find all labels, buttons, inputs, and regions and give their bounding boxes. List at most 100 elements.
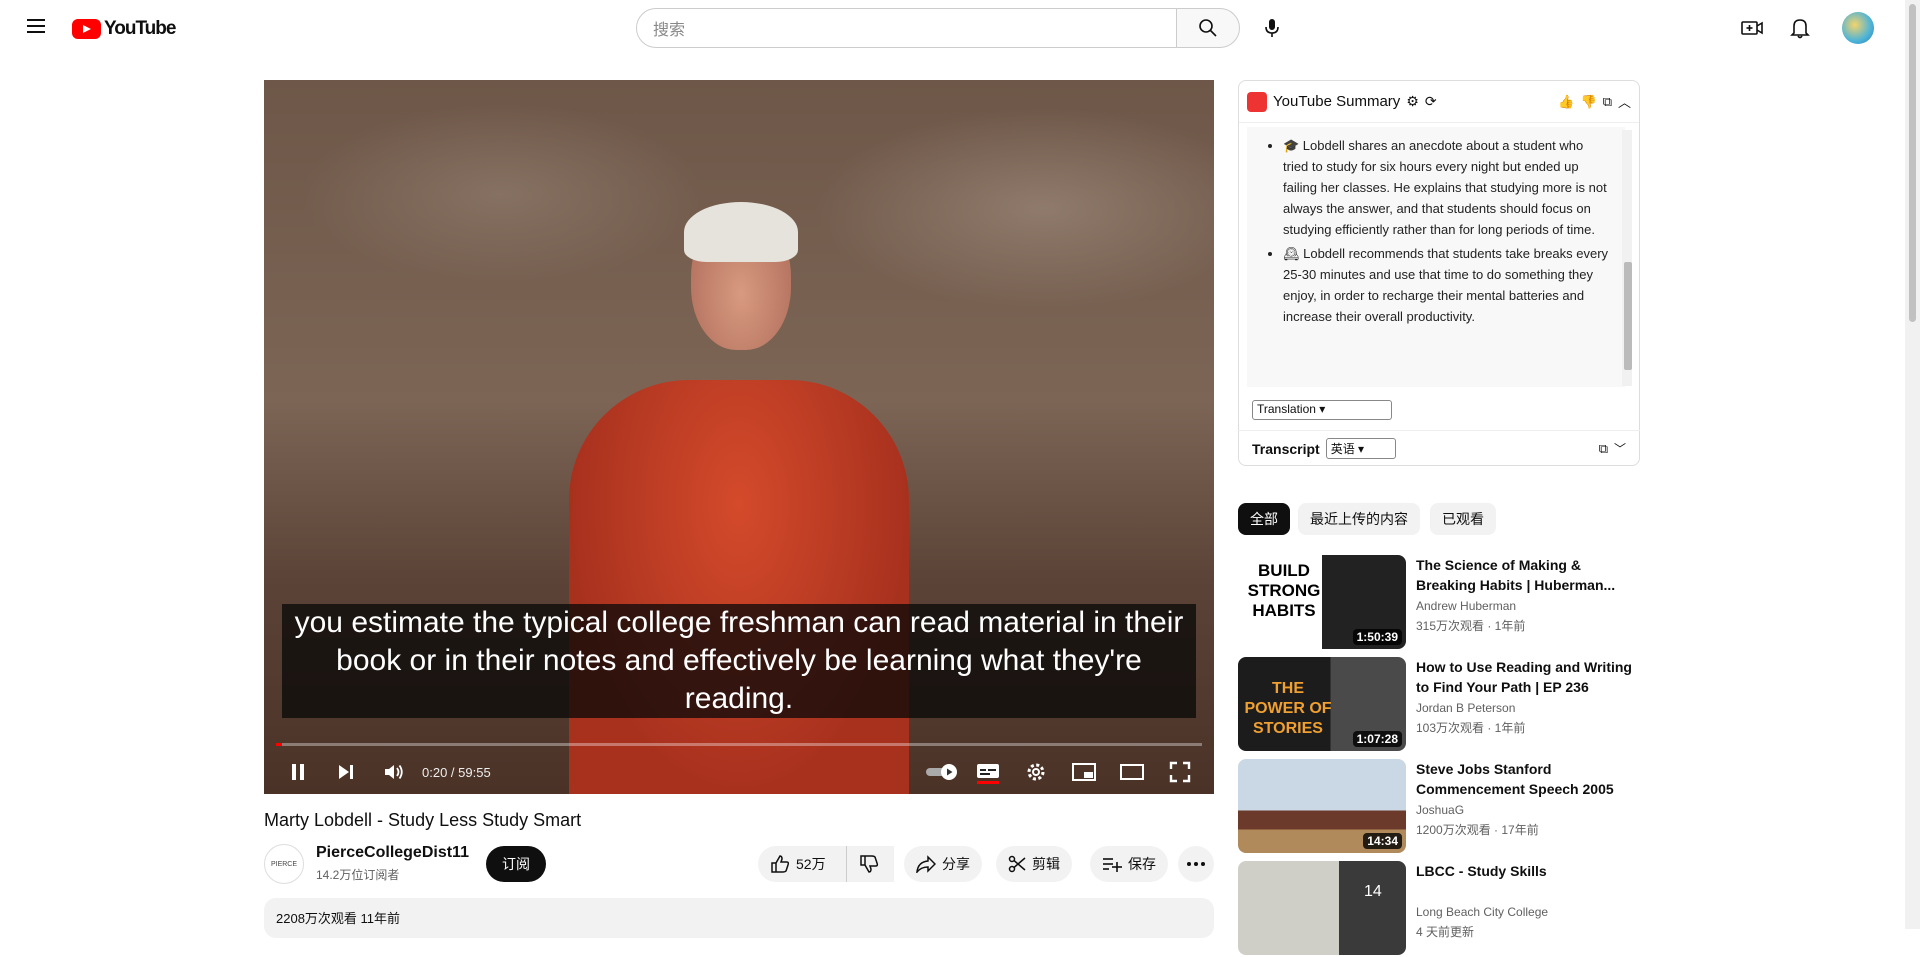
chip-watched[interactable]: 已观看 bbox=[1430, 503, 1496, 535]
summary-title: YouTube Summary bbox=[1273, 93, 1401, 110]
recommended-video[interactable]: BUILD STRONG HABITS 1:50:39 The Science … bbox=[1238, 555, 1640, 651]
page-scroll-thumb[interactable] bbox=[1909, 4, 1916, 322]
video-thumbnail[interactable]: 14 bbox=[1238, 861, 1406, 955]
video-meta: 1200万次观看 · 17年前 bbox=[1416, 823, 1539, 837]
recommended-video[interactable]: 14 LBCC - Study Skills Long Beach City C… bbox=[1238, 861, 1640, 957]
search-placeholder: 搜索 bbox=[653, 22, 686, 39]
volume-button[interactable] bbox=[380, 758, 408, 786]
video-thumbnail[interactable]: THE POWER OF STORIES 1:07:28 bbox=[1238, 657, 1406, 751]
save-button[interactable]: 保存 bbox=[1090, 846, 1168, 882]
video-title[interactable]: LBCC - Study Skills bbox=[1416, 861, 1636, 881]
page-scrollbar[interactable] bbox=[1905, 0, 1920, 929]
transcript-language-value: 英语 bbox=[1330, 442, 1355, 456]
chip-recently-uploaded[interactable]: 最近上传的内容 bbox=[1298, 503, 1420, 535]
create-button[interactable] bbox=[1736, 12, 1768, 44]
channel-name[interactable]: JoshuaG bbox=[1416, 803, 1464, 817]
video-title[interactable]: How to Use Reading and Writing to Find Y… bbox=[1416, 657, 1636, 697]
summary-scroll-thumb[interactable] bbox=[1624, 262, 1632, 370]
player-controls: 0:20 / 59:55 bbox=[264, 752, 1214, 794]
subscribe-button[interactable]: 订阅 bbox=[486, 846, 546, 882]
translation-select-value: Translation bbox=[1257, 402, 1316, 416]
recommended-video[interactable]: 14:34 Steve Jobs Stanford Commencement S… bbox=[1238, 759, 1640, 855]
channel-name[interactable]: Long Beach City College bbox=[1416, 905, 1548, 919]
transcript-language-select[interactable]: 英语 ▾ bbox=[1325, 438, 1396, 459]
copy-icon[interactable]: ⧉ bbox=[1603, 94, 1612, 110]
channel-name[interactable]: Andrew Huberman bbox=[1416, 599, 1516, 613]
thumbnail-caption: THE POWER OF STORIES bbox=[1244, 680, 1332, 737]
subtitles-button[interactable] bbox=[974, 758, 1002, 786]
pause-icon bbox=[292, 764, 304, 780]
next-icon bbox=[339, 765, 353, 779]
refresh-icon[interactable]: ⟳ bbox=[1425, 93, 1437, 110]
clip-button[interactable]: 剪辑 bbox=[996, 846, 1072, 882]
miniplayer-icon bbox=[1072, 763, 1096, 781]
subscriber-count: 14.2万位订阅者 bbox=[316, 868, 400, 882]
search-icon bbox=[1199, 19, 1217, 37]
lecturer-hair bbox=[684, 202, 798, 262]
next-button[interactable] bbox=[332, 758, 360, 786]
account-avatar[interactable] bbox=[1842, 12, 1874, 44]
gear-icon bbox=[1027, 763, 1045, 781]
time-display: 0:20 / 59:55 bbox=[422, 765, 491, 780]
voice-search-button[interactable] bbox=[1252, 8, 1292, 48]
top-bar: YouTube 搜索 bbox=[0, 0, 1905, 56]
youtube-logo[interactable]: YouTube bbox=[72, 18, 176, 40]
transcript-label: Transcript bbox=[1252, 440, 1320, 457]
pause-button[interactable] bbox=[284, 758, 312, 786]
collapse-chevron-icon[interactable]: ︿ bbox=[1618, 92, 1631, 111]
video-meta: 315万次观看 · 1年前 bbox=[1416, 619, 1526, 633]
captions-icon bbox=[977, 764, 999, 784]
fullscreen-icon bbox=[1169, 761, 1191, 783]
video-player[interactable]: you estimate the typical college freshma… bbox=[264, 80, 1214, 794]
search-input[interactable]: 搜索 bbox=[636, 8, 1177, 48]
theater-mode-button[interactable] bbox=[1118, 758, 1146, 786]
channel-avatar[interactable]: PIERCE COLLEGE bbox=[264, 844, 304, 908]
search-button[interactable] bbox=[1176, 8, 1240, 48]
translation-select[interactable]: Translation ▾ bbox=[1252, 400, 1392, 420]
logo-text: YouTube bbox=[104, 18, 176, 39]
menu-icon[interactable] bbox=[24, 16, 48, 40]
create-video-icon bbox=[1741, 21, 1763, 35]
settings-button[interactable] bbox=[1022, 758, 1050, 786]
autoplay-icon bbox=[926, 764, 957, 780]
more-horizontal-icon bbox=[1187, 862, 1205, 866]
save-label: 保存 bbox=[1128, 856, 1156, 872]
video-title[interactable]: The Science of Making & Breaking Habits … bbox=[1416, 555, 1636, 595]
video-title[interactable]: Steve Jobs Stanford Commencement Speech … bbox=[1416, 759, 1636, 799]
share-button[interactable]: 分享 bbox=[904, 846, 982, 882]
transcript-copy-icon[interactable]: ⧉ bbox=[1599, 441, 1608, 457]
video-thumbnail[interactable]: 14:34 bbox=[1238, 759, 1406, 853]
theater-icon bbox=[1120, 764, 1144, 780]
summary-logo-icon bbox=[1247, 91, 1267, 112]
transcript-bar: Transcript 英语 ▾ ⧉ ﹀ bbox=[1238, 430, 1640, 466]
miniplayer-button[interactable] bbox=[1070, 758, 1098, 786]
settings-gear-icon[interactable]: ⚙ bbox=[1406, 93, 1419, 110]
thumbs-down-icon bbox=[860, 855, 879, 873]
video-duration: 1:07:28 bbox=[1352, 731, 1402, 747]
video-thumbnail[interactable]: BUILD STRONG HABITS 1:50:39 bbox=[1238, 555, 1406, 649]
dislike-button[interactable] bbox=[846, 846, 894, 882]
thumbs-up-feedback-icon[interactable]: 👍 bbox=[1558, 94, 1574, 110]
lecturer-shirt bbox=[569, 380, 909, 794]
recommended-video[interactable]: THE POWER OF STORIES 1:07:28 How to Use … bbox=[1238, 657, 1640, 753]
playlist-count: 14 bbox=[1364, 883, 1382, 900]
caption-text: you estimate the typical college freshma… bbox=[282, 604, 1196, 718]
channel-name[interactable]: PierceCollegeDist11 bbox=[316, 844, 469, 862]
progress-fill bbox=[276, 743, 282, 746]
thumbs-down-feedback-icon[interactable]: 👎 bbox=[1581, 94, 1597, 110]
notifications-button[interactable] bbox=[1784, 12, 1816, 44]
autoplay-toggle[interactable] bbox=[924, 758, 960, 786]
summary-bullet: 🕰 Lobdell recommends that students take … bbox=[1283, 243, 1611, 327]
chip-all[interactable]: 全部 bbox=[1238, 503, 1290, 535]
like-count: 52万 bbox=[796, 856, 826, 872]
progress-bar[interactable] bbox=[276, 743, 1202, 746]
description-box[interactable]: 2208万次观看 11年前 bbox=[264, 898, 1214, 938]
bell-icon bbox=[1790, 19, 1810, 39]
channel-name[interactable]: Jordan B Peterson bbox=[1416, 701, 1515, 715]
more-actions-button[interactable] bbox=[1178, 846, 1214, 882]
video-meta: 4 天前更新 bbox=[1416, 925, 1475, 939]
fullscreen-button[interactable] bbox=[1166, 758, 1194, 786]
transcript-expand-chevron-icon[interactable]: ﹀ bbox=[1614, 440, 1626, 457]
views-and-date: 2208万次观看 11年前 bbox=[276, 911, 401, 926]
summary-bullet: 🎓 Lobdell shares an anecdote about a stu… bbox=[1283, 135, 1611, 240]
